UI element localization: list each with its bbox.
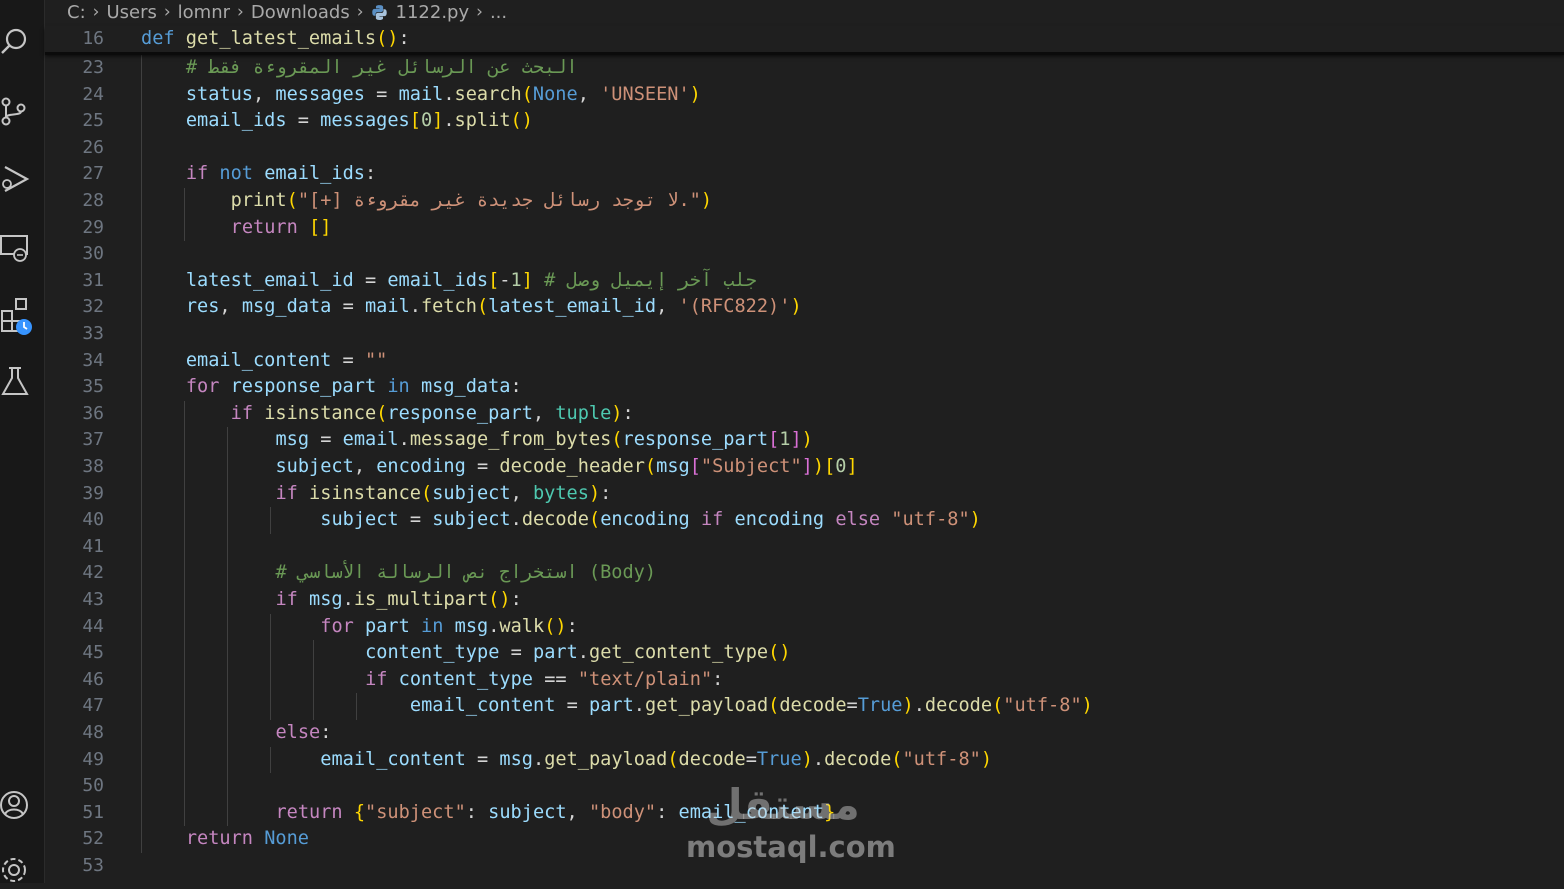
line-number: 39 [82,482,104,504]
line-number: 45 [82,642,104,664]
indent-guide [227,427,229,827]
source-control-icon[interactable] [0,96,30,126]
line-number: 23 [82,57,104,78]
breadcrumb-item-user[interactable]: lomnr [178,2,230,23]
line-number: 27 [82,163,104,185]
line-number: 33 [82,323,104,344]
code-line: if content_type == "text/plain": [365,668,724,690]
mostaql-watermark: مستقل mostaql.com [686,780,896,870]
watermark-url: mostaql.com [686,830,896,864]
sticky-scroll-shadow [45,52,1564,55]
line-number: 51 [82,801,104,823]
indent-guide [270,507,272,534]
code-line: for response_part in msg_data: [185,376,522,398]
breadcrumb-item-downloads[interactable]: Downloads [251,2,350,23]
indent-guide [270,746,272,774]
python-file-icon [371,4,387,20]
code-line: return None [185,828,309,850]
account-icon[interactable] [0,790,30,820]
line-number: 31 [82,269,104,291]
line-number: 47 [82,695,104,717]
code-line: email_content = part.get_payload(decode=… [409,695,1093,717]
code-line: # استخراج نص الرسالة الأساسي (Body) [275,562,657,584]
code-line: return [] [230,216,332,238]
code-line: res, msg_data = mail.fetch(latest_email_… [185,296,802,318]
remote-explorer-icon[interactable] [0,233,30,263]
line-number: 32 [82,296,104,318]
line-number: 44 [82,615,104,637]
line-number: 41 [82,535,104,557]
code-line: if isinstance(subject, bytes): [275,482,612,504]
code-line: latest_email_id = email_ids[-1] # جلب آخ… [185,269,757,291]
chevron-right-icon: › [476,2,483,22]
line-number: 24 [82,83,104,105]
line-number: 49 [82,748,104,770]
activity-bar [0,0,45,883]
chevron-right-icon: › [163,2,171,22]
line-number: 26 [82,136,104,158]
code-line: status, messages = mail.search(None, 'UN… [185,83,701,105]
watermark-logo: مستقل [706,780,860,829]
line-number: 34 [82,349,104,371]
indent-guide [270,613,272,720]
line-number: 35 [82,376,104,398]
breadcrumb-item-users[interactable]: Users [106,2,156,23]
extensions-icon[interactable] [0,297,36,337]
chevron-right-icon: › [92,2,100,22]
line-number: 28 [82,190,104,211]
breadcrumb: C: › Users › lomnr › Downloads › 1122.py… [45,0,1564,24]
run-debug-icon[interactable] [0,164,30,194]
chevron-right-icon: › [356,2,364,22]
line-number: 52 [82,828,104,850]
sticky-scroll-header[interactable]: 16 def get_latest_emails(): [45,26,1564,53]
code-line: if not email_ids: [185,163,377,185]
breadcrumb-item-file[interactable]: 1122.py [396,2,470,23]
line-number: 25 [82,110,104,132]
search-icon[interactable] [0,26,30,56]
code-line: subject = subject.decode(encoding if enc… [320,509,981,531]
line-number: 53 [82,855,104,876]
code-line: print("[+] لا توجد رسائل جديدة غير مقروء… [230,190,713,211]
line-number: 46 [82,668,104,690]
line-number: 38 [82,456,104,477]
code-line: content_type = part.get_content_type() [365,642,791,664]
code-line: else: [275,722,332,743]
line-number: 48 [82,722,104,743]
code-line: email_content = "" [185,349,388,371]
indent-guide [184,400,186,827]
line-number: 30 [82,243,104,265]
code-line: if msg.is_multipart(): [275,589,522,610]
code-line: msg = email.message_from_bytes(response_… [275,429,813,451]
sticky-code-line: def get_latest_emails(): [141,28,410,49]
line-number: 50 [82,775,104,797]
code-line: email_content = msg.get_payload(decode=T… [320,748,993,770]
code-editor[interactable]: 23 # البحث عن الرسائل غير المقروءة فقط 24… [45,55,1564,883]
indent-guide [313,640,315,720]
breadcrumb-item-drive[interactable]: C: [67,2,86,23]
line-number: 40 [82,509,104,531]
line-number: 29 [82,216,104,238]
testing-icon[interactable] [0,366,30,396]
code-line: for part in msg.walk(): [320,615,578,637]
breadcrumb-item-symbol[interactable]: ... [490,2,507,23]
line-number: 36 [82,402,104,424]
line-number: 16 [82,28,104,49]
indent-guide [141,55,142,853]
code-line: subject, encoding = decode_header(msg["S… [275,456,858,477]
line-number: 42 [82,562,104,584]
code-line: # البحث عن الرسائل غير المقروءة فقط [185,57,578,78]
settings-gear-icon[interactable] [0,855,30,885]
indent-guide [184,188,186,242]
chevron-right-icon: › [237,2,244,22]
indent-guide [356,693,358,720]
line-number: 37 [82,429,104,451]
code-line: if isinstance(response_part, tuple): [230,402,634,424]
code-line: email_ids = messages[0].split() [185,110,533,132]
line-number: 43 [82,589,104,610]
